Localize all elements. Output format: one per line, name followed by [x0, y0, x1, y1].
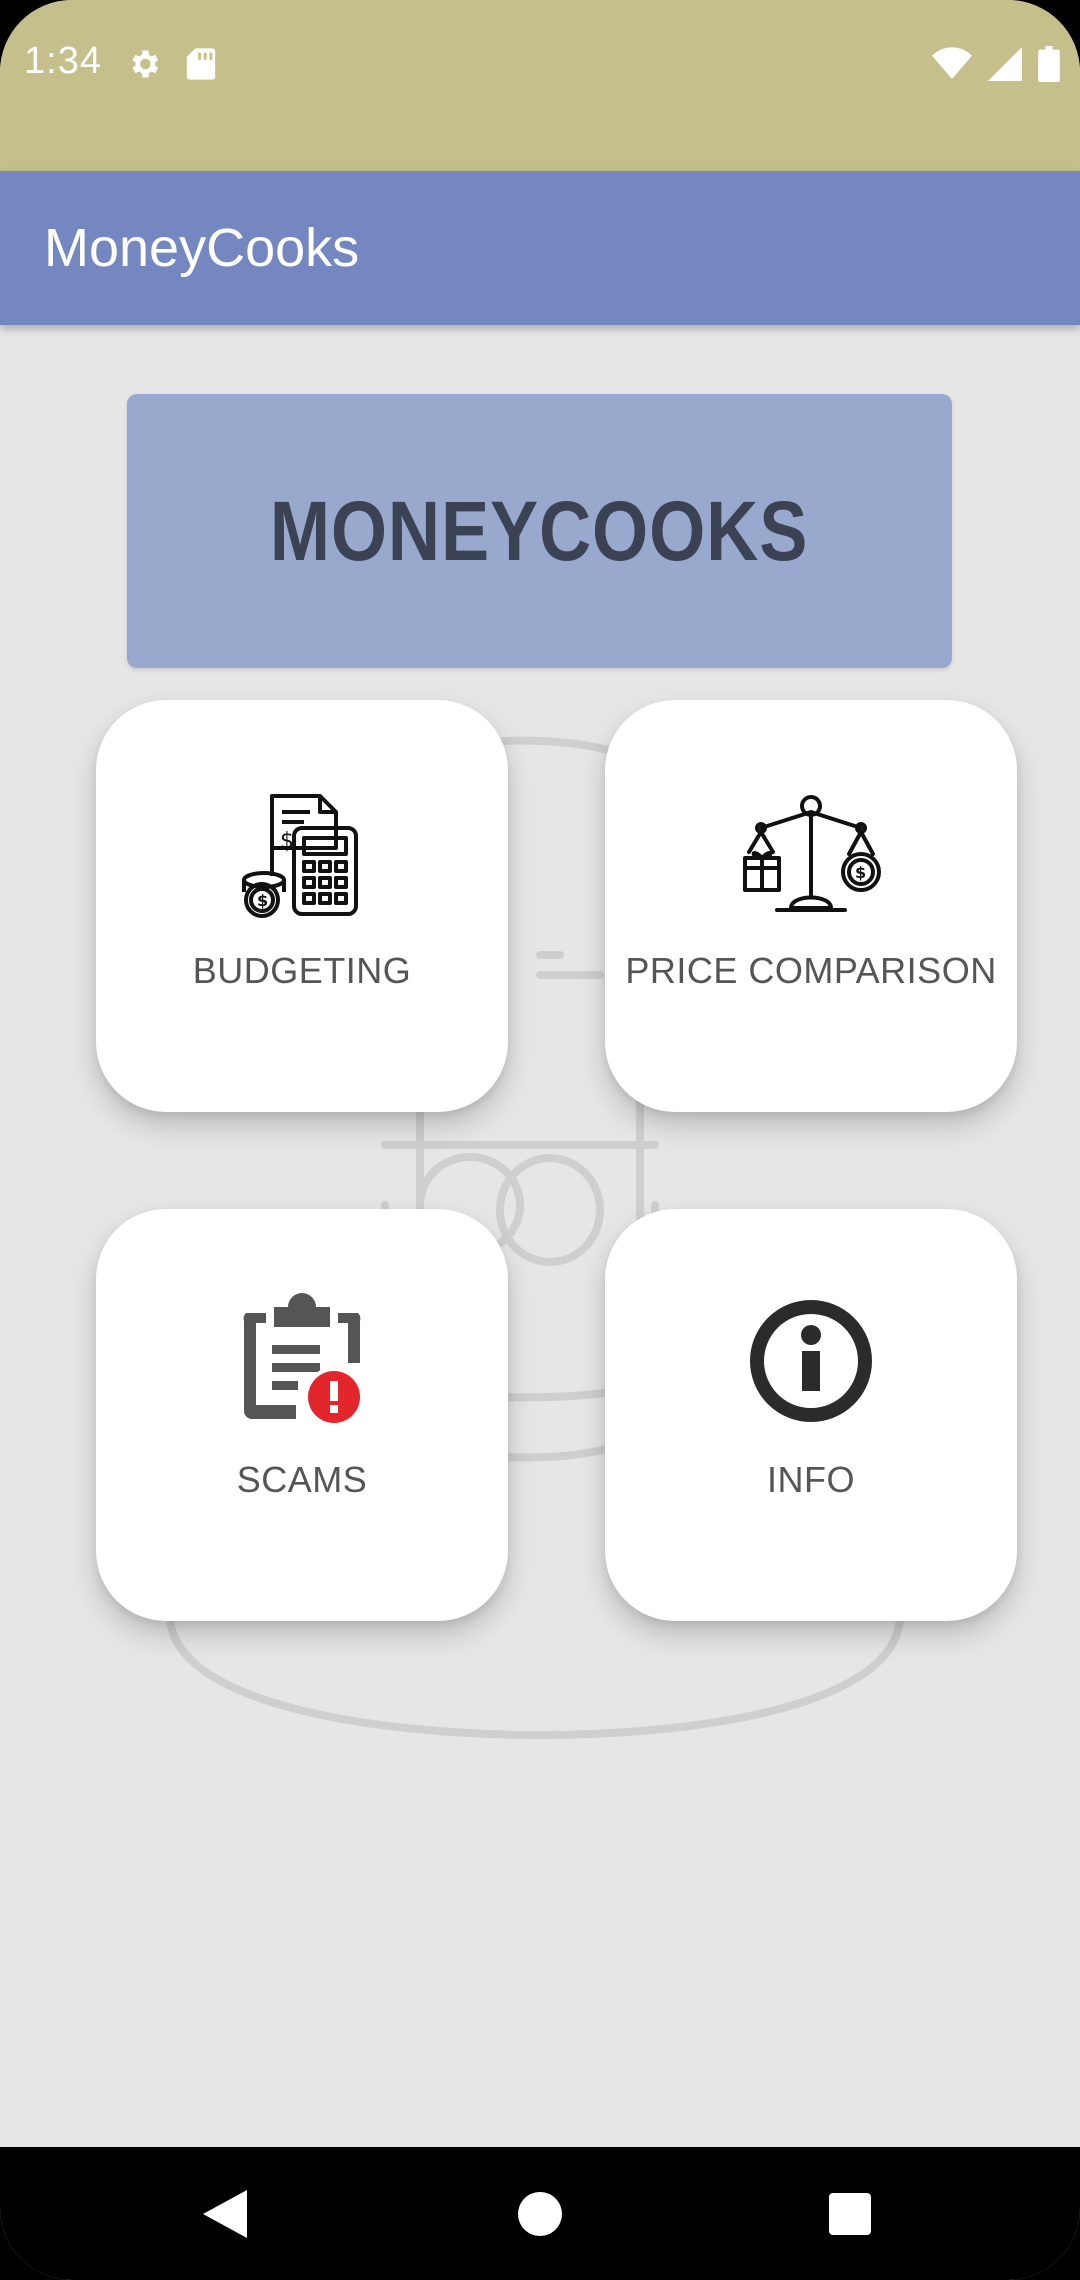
- nav-home-button[interactable]: [507, 2181, 573, 2247]
- svg-text:$: $: [257, 891, 268, 910]
- home-icon: [518, 2192, 562, 2236]
- budgeting-label: BUDGETING: [192, 950, 412, 991]
- app-bar: MoneyCooks: [0, 171, 1080, 325]
- settings-gear-icon: [132, 50, 159, 78]
- scams-label: SCAMS: [236, 1459, 368, 1500]
- svg-text:$: $: [280, 829, 294, 854]
- scams-card[interactable]: SCAMS: [96, 1209, 508, 1621]
- status-time: 1:34: [24, 40, 102, 82]
- info-label: INFO: [767, 1459, 855, 1500]
- wifi-icon: [932, 47, 972, 79]
- clipboard-alert-icon: [243, 1293, 364, 1427]
- price-comparison-card[interactable]: $ PRICE COMPARISON: [605, 700, 1017, 1112]
- nav-recents-button[interactable]: [817, 2181, 883, 2247]
- app-banner: MONEYCOOKS: [127, 394, 952, 668]
- budgeting-card[interactable]: $ $ BUDGETING: [96, 700, 508, 1112]
- status-system-icons: [932, 46, 1060, 82]
- main-content: MONEYCOOKS $ $ BUDGETING $ PRICE COMPARI…: [0, 325, 1080, 2147]
- system-nav-bar: [0, 2147, 1080, 2280]
- balance-scale-icon: $: [743, 795, 881, 912]
- nav-back-button[interactable]: [192, 2181, 258, 2247]
- recents-icon: [829, 2193, 871, 2235]
- status-bar: 1:34: [0, 0, 1080, 171]
- app-title: MoneyCooks: [44, 218, 360, 278]
- banner-title: MONEYCOOKS: [270, 483, 809, 578]
- info-card[interactable]: INFO: [605, 1209, 1017, 1621]
- svg-text:$: $: [855, 863, 866, 882]
- cell-signal-icon: [988, 47, 1022, 81]
- status-notification-icons: [126, 46, 216, 82]
- back-icon: [203, 2190, 247, 2238]
- info-icon: [750, 1300, 872, 1422]
- device-screen: 1:34 MoneyCooks MONEYCOOKS $ $ BUDGETING…: [0, 0, 1080, 2280]
- price-comparison-label: PRICE COMPARISON: [625, 950, 997, 991]
- sd-card-icon: [186, 48, 216, 80]
- battery-icon: [1038, 46, 1060, 82]
- budget-calculator-icon: $ $: [242, 794, 358, 918]
